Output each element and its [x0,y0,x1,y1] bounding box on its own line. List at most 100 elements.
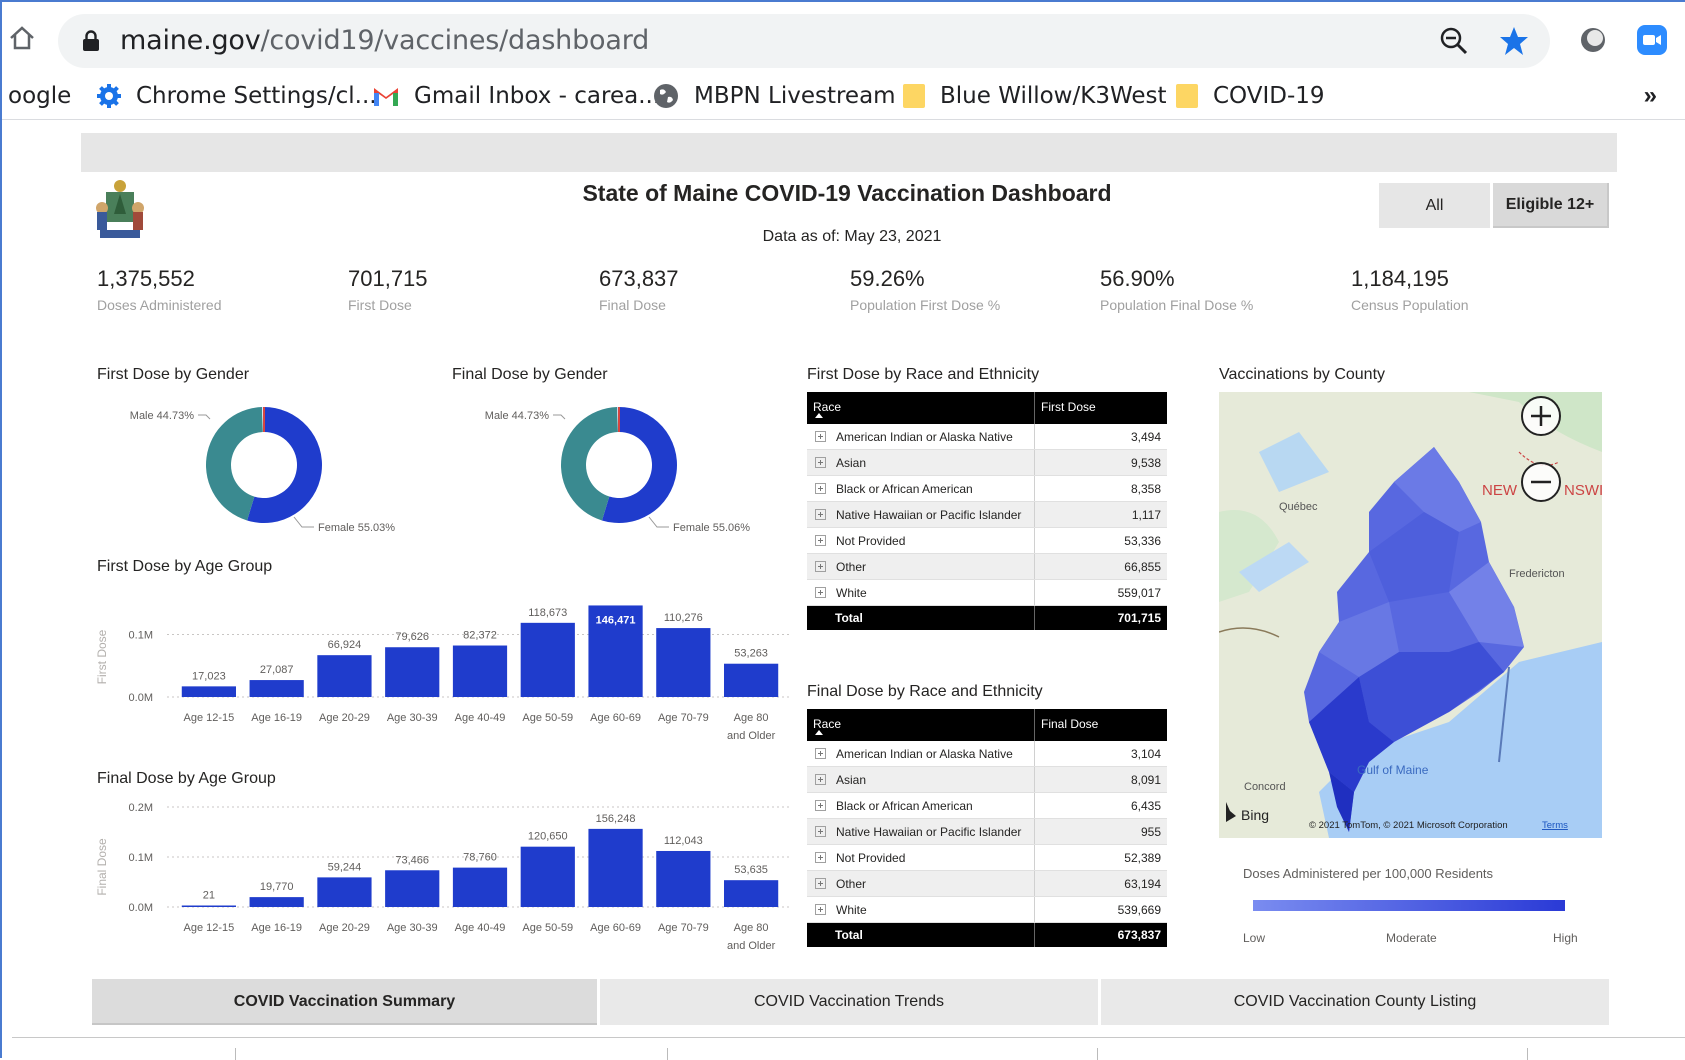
bookmark-blue-willow[interactable]: Blue Willow/K3West [902,80,1167,112]
bookmark-gmail[interactable]: Gmail Inbox - carea... [372,80,660,112]
bookmark-google[interactable]: oogle [8,80,71,112]
folder-icon [1176,84,1198,108]
zoom-app-icon[interactable] [1636,24,1668,56]
bar[interactable] [249,680,304,697]
table-body: American Indian or Alaska Native 3,104 Asi… [807,741,1167,923]
unknown-slice[interactable] [618,407,620,432]
table-row[interactable]: Asian 8,091 [807,767,1167,793]
table-row[interactable]: Native Hawaiian or Pacific Islander 1,117 [807,502,1167,528]
expand-icon[interactable] [815,457,826,468]
table-row[interactable]: Black or African American 6,435 [807,793,1167,819]
nav-county-listing[interactable]: COVID Vaccination County Listing [1101,979,1609,1025]
bar[interactable] [249,897,304,907]
final-dose-age-chart[interactable]: 0.2M 0.1M 0.0M Final Dose 21 Age 12-15 19,770 A… [90,797,790,962]
first-dose-gender-donut[interactable]: Male 44.73% Female 55.03% [112,397,452,537]
race-label: American Indian or Alaska Native [836,429,1013,444]
race-label: Not Provided [836,533,906,548]
bar[interactable] [181,905,236,908]
bar[interactable] [656,628,711,697]
filter-all-button[interactable]: All [1379,183,1490,228]
url-text[interactable]: maine.gov/covid19/vaccines/dashboard [120,25,649,56]
county-map-title: Vaccinations by County [1219,366,1386,383]
map-terms-link[interactable]: Terms [1542,820,1568,831]
bar[interactable] [452,867,508,907]
expand-icon[interactable] [815,852,826,863]
table-row[interactable]: White 539,669 [807,897,1167,923]
race-label: Native Hawaiian or Pacific Islander [836,507,1022,522]
bar-value-label: 66,924 [328,639,362,651]
bar[interactable] [520,846,575,907]
race-column-header[interactable]: Race [807,709,1035,741]
expand-icon[interactable] [815,483,826,494]
table-row[interactable]: Not Provided 53,336 [807,528,1167,554]
bar[interactable] [520,622,575,697]
race-cell: Black or African American [807,476,1035,501]
bar[interactable] [181,686,236,697]
leader-line [293,516,314,528]
x-tick-label: Age 60-69 [590,712,641,724]
map-zoom-in-button[interactable] [1521,396,1561,436]
final-dose-column-header[interactable]: Final Dose [1035,709,1167,741]
table-row[interactable]: American Indian or Alaska Native 3,104 [807,741,1167,767]
expand-icon[interactable] [815,509,826,520]
bar[interactable] [452,645,508,697]
expand-icon[interactable] [815,561,826,572]
final-dose-gender-donut[interactable]: Male 44.73% Female 55.06% [467,397,807,537]
table-row[interactable]: Not Provided 52,389 [807,845,1167,871]
table-row[interactable]: Other 63,194 [807,871,1167,897]
table-row[interactable]: American Indian or Alaska Native 3,494 [807,424,1167,450]
expand-icon[interactable] [815,748,826,759]
bookmark-chrome-settings[interactable]: Chrome Settings/cl... [96,80,377,112]
bar[interactable] [317,655,372,697]
table-total-row: Total 701,715 [807,606,1167,630]
expand-icon[interactable] [815,800,826,811]
expand-icon[interactable] [815,878,826,889]
extension-icon[interactable] [1577,24,1609,56]
first-dose-age-chart[interactable]: 0.1M 0.0M First Dose 17,023 Age 12-15 27,087 A… [90,587,790,752]
expand-icon[interactable] [815,431,826,442]
sort-ascending-icon [815,730,823,735]
zoom-out-icon[interactable] [1438,25,1470,57]
expand-icon[interactable] [815,535,826,546]
unknown-slice[interactable] [263,407,265,432]
expand-icon[interactable] [815,826,826,837]
bar[interactable] [385,647,440,697]
table-row[interactable]: Asian 9,538 [807,450,1167,476]
divider [1527,1048,1528,1060]
kpi-population-final-dose: 56.90% Population Final Dose % [1100,266,1253,313]
x-tick-label: Age 12-15 [184,922,235,934]
star-icon[interactable] [1498,25,1530,57]
bar-value-label: 59,244 [328,861,362,873]
nav-vaccination-trends[interactable]: COVID Vaccination Trends [600,979,1098,1025]
bar[interactable] [317,877,372,907]
bar-value-label: 53,635 [734,864,768,876]
expand-icon[interactable] [815,904,826,915]
sort-ascending-icon [815,413,823,418]
bar[interactable] [724,663,779,697]
bar[interactable] [588,828,643,907]
kpi-first-dose: 701,715 First Dose [348,266,428,313]
kpi-census-population: 1,184,195 Census Population [1351,266,1469,313]
map-legend-gradient [1253,900,1565,911]
first-dose-column-header[interactable]: First Dose [1035,392,1167,424]
race-column-header[interactable]: Race [807,392,1035,424]
bar[interactable] [385,870,440,907]
bar[interactable] [656,850,711,907]
dose-value-cell: 63,194 [1124,876,1161,891]
county-map[interactable]: Québec NEW NSWI Fredericton Gulf of Main… [1219,392,1602,838]
filter-eligible-button[interactable]: Eligible 12+ [1493,183,1609,228]
home-icon[interactable] [8,24,36,52]
bookmark-covid19[interactable]: COVID-19 [1175,80,1325,112]
table-row[interactable]: Black or African American 8,358 [807,476,1167,502]
bar[interactable] [724,880,779,907]
omnibox[interactable]: maine.gov/covid19/vaccines/dashboard [58,14,1550,68]
table-row[interactable]: Other 66,855 [807,554,1167,580]
table-row[interactable]: White 559,017 [807,580,1167,606]
map-zoom-out-button[interactable] [1521,462,1561,502]
nav-vaccination-summary[interactable]: COVID Vaccination Summary [92,979,597,1025]
bookmark-mbpn[interactable]: MBPN Livestream [652,80,896,112]
expand-icon[interactable] [815,587,826,598]
expand-icon[interactable] [815,774,826,785]
table-row[interactable]: Native Hawaiian or Pacific Islander 955 [807,819,1167,845]
more-bookmarks-button[interactable]: » [1644,82,1657,110]
